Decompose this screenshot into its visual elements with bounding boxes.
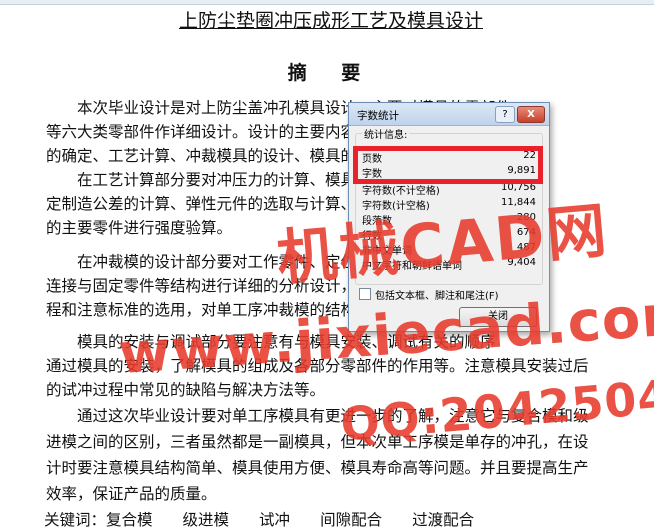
body-line: 计时要注意模具结构简单、模具使用方便、模具寿命高等问题。并且要提高生产 bbox=[46, 459, 589, 477]
stat-row-words: 字数 9,891 bbox=[362, 165, 536, 180]
close-icon[interactable]: X bbox=[517, 106, 545, 123]
keyword: 复合模 bbox=[106, 511, 153, 529]
body-line: 效率，保证产品的质量。 bbox=[46, 485, 217, 503]
stat-label: 字符数(不计空格) bbox=[362, 186, 440, 197]
dialog-title: 字数统计 bbox=[357, 110, 399, 122]
stat-label: 段落数 bbox=[362, 216, 392, 227]
statistics-group: 统计信息: 页数 22 字数 9,891 字符数(不计空格) 10,756 字符… bbox=[355, 126, 543, 285]
body-line: 模具的安装与调试部分要注意有与模具安装、调试有关的顺序 bbox=[77, 333, 496, 351]
help-icon[interactable]: ? bbox=[495, 106, 515, 123]
stat-label: 行数 bbox=[362, 231, 382, 242]
dialog-titlebar[interactable]: 字数统计 ? X bbox=[349, 103, 549, 126]
stat-row-lines: 行数 674 bbox=[362, 227, 536, 242]
keyword: 级进模 bbox=[182, 511, 230, 529]
keyword: 试冲 bbox=[259, 511, 291, 529]
stat-value: 10,756 bbox=[501, 182, 536, 193]
include-textboxes-checkbox[interactable] bbox=[359, 288, 371, 300]
body-line: 的主要零件进行强度验算。 bbox=[46, 219, 233, 237]
stat-row-pages: 页数 22 bbox=[362, 150, 536, 165]
stat-label: 中文字符和朝鲜语单词 bbox=[362, 261, 462, 272]
stat-row-chars-no-spaces: 字符数(不计空格) 10,756 bbox=[362, 182, 536, 197]
include-textboxes-checkbox-row[interactable]: 包括文本框、脚注和尾注(F) bbox=[359, 287, 539, 302]
stat-value: 9,891 bbox=[507, 165, 536, 176]
stat-row-chars-with-spaces: 字符数(计空格) 11,844 bbox=[362, 197, 536, 212]
keywords-label: 关键词： bbox=[44, 511, 107, 529]
stat-value: 11,844 bbox=[501, 197, 536, 208]
keyword: 过渡配合 bbox=[412, 511, 475, 529]
word-count-dialog: 字数统计 ? X 统计信息: 页数 22 字数 9,891 字符数(不计空格) … bbox=[348, 102, 550, 332]
body-line: 通过模具的安装，了解模具的组成及各部分零部件的作用等。注意模具安装过后 bbox=[46, 357, 589, 375]
stat-row-cjk-chars: 中文字符和朝鲜语单词 9,404 bbox=[362, 257, 536, 272]
stat-label: 页数 bbox=[362, 154, 382, 165]
body-line: 进模之间的区别，三者虽然都是一副模具，但本次单工序模是单存的冲孔，在设 bbox=[46, 433, 589, 451]
stat-value: 487 bbox=[516, 242, 536, 253]
stat-value: 22 bbox=[523, 150, 536, 161]
body-line: 通过这次毕业设计要对单工序模具有更进一步的了解，注意它与复合模和级 bbox=[77, 407, 589, 425]
statistics-group-label: 统计信息: bbox=[362, 126, 410, 141]
include-textboxes-label[interactable]: 包括文本框、脚注和尾注(F) bbox=[375, 287, 499, 302]
ruler-strip bbox=[0, 0, 654, 5]
body-line: 的试冲过程中常见的缺陷与解决方法等。 bbox=[46, 381, 326, 399]
stat-label: 字符数(计空格) bbox=[362, 201, 430, 212]
abstract-heading: 摘 要 bbox=[287, 62, 375, 84]
stat-row-non-chinese-words: 非中文单词 487 bbox=[362, 242, 536, 257]
document-title: 上防尘垫圈冲压成形工艺及模具设计 bbox=[178, 10, 483, 32]
stat-row-paragraphs: 段落数 280 bbox=[362, 212, 536, 227]
close-button[interactable]: 关闭 bbox=[459, 307, 537, 327]
stat-value: 674 bbox=[516, 227, 536, 238]
stat-value: 280 bbox=[516, 212, 536, 223]
keyword: 间隙配合 bbox=[320, 511, 383, 529]
stat-value: 9,404 bbox=[507, 257, 536, 268]
stat-label: 非中文单词 bbox=[362, 246, 412, 257]
keywords-line: 关键词：复合模 级进模 试冲 间隙配合 过渡配合 bbox=[44, 508, 504, 532]
stat-label: 字数 bbox=[362, 169, 382, 180]
